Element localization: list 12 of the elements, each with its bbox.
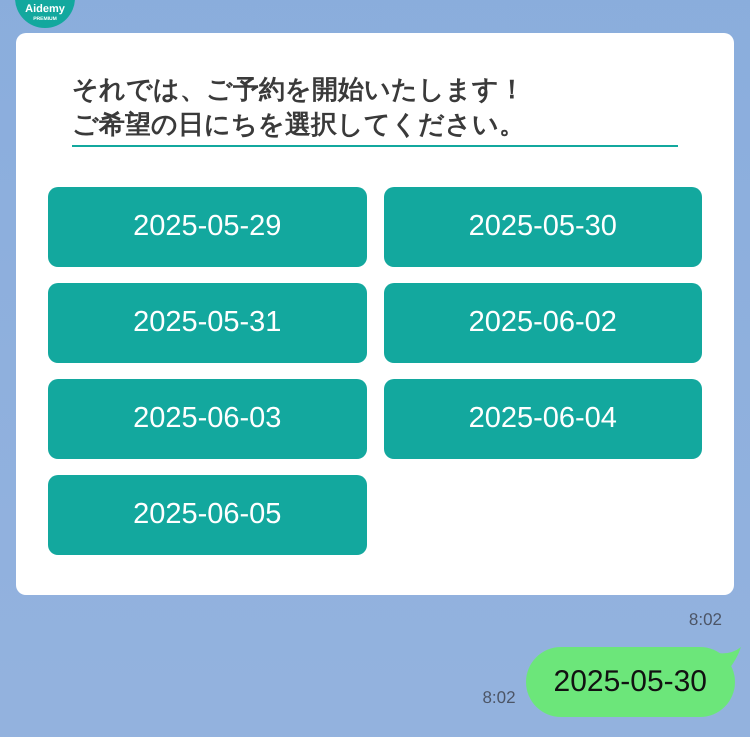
date-option-button[interactable]: 2025-06-02	[384, 283, 702, 363]
date-option-button[interactable]: 2025-05-31	[48, 283, 366, 363]
date-option-button[interactable]: 2025-05-30	[384, 187, 702, 267]
message-text: それでは、ご予約を開始いたします！ ご希望の日にちを選択してください。	[72, 73, 678, 147]
reply-bubble: 2025-05-30	[526, 646, 735, 716]
reply-time: 8:02	[482, 687, 516, 709]
avatar-name: Aidemy	[25, 4, 65, 15]
date-option-button[interactable]: 2025-06-03	[48, 379, 366, 459]
message-time: 8:02	[688, 609, 722, 631]
date-option-button[interactable]: 2025-06-05	[48, 475, 366, 555]
date-option-button[interactable]: 2025-06-04	[384, 379, 702, 459]
date-option-button[interactable]: 2025-05-29	[48, 187, 366, 267]
